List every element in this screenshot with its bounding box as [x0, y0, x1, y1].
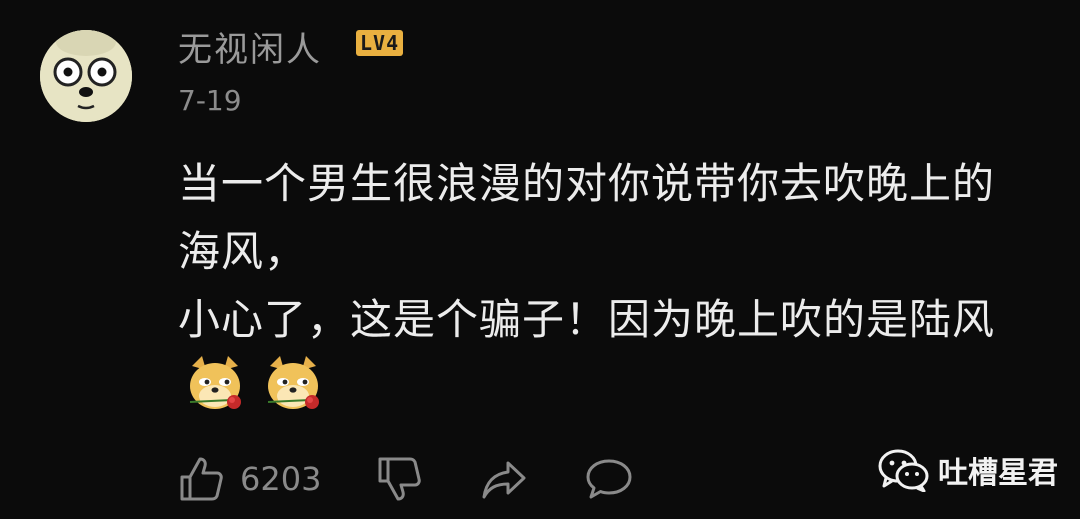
comment-text-line: 当一个男生很浪漫的对你说带你去吹晚上的	[178, 159, 996, 208]
comment-text: 当一个男生很浪漫的对你说带你去吹晚上的 海风， 小心了，这是个骗子！因为晚上吹的…	[178, 150, 1058, 354]
thumbs-up-icon	[180, 457, 223, 501]
comment-card: 无视闲人 LV4 7-19 当一个男生很浪漫的对你说带你去吹晚上的 海风， 小心…	[0, 0, 1080, 519]
avatar[interactable]	[40, 30, 132, 122]
username[interactable]: 无视闲人	[178, 22, 322, 71]
watermark-label: 吐槽星君	[938, 456, 1058, 491]
emoji-row	[182, 352, 326, 418]
level-badge: LV4	[356, 30, 404, 56]
share-icon	[482, 461, 526, 499]
comment-text-line: 海风，	[178, 227, 308, 276]
comment-date: 7-19	[178, 84, 242, 117]
comment-icon	[586, 459, 632, 499]
reply-button[interactable]	[584, 455, 634, 503]
doge-rose-emoji	[260, 352, 326, 418]
comment-text-line: 小心了，这是个骗子！因为晚上吹的是陆风	[178, 295, 996, 344]
like-count: 6203	[240, 460, 322, 498]
share-button[interactable]	[480, 455, 528, 503]
dislike-button[interactable]	[376, 455, 422, 503]
thumbs-down-icon	[378, 457, 421, 501]
wechat-icon	[878, 449, 929, 492]
like-button[interactable]: 6203	[178, 455, 321, 503]
avatar-face-icon	[40, 30, 132, 122]
watermark: 吐槽星君	[878, 448, 1058, 492]
doge-rose-emoji	[182, 352, 248, 418]
